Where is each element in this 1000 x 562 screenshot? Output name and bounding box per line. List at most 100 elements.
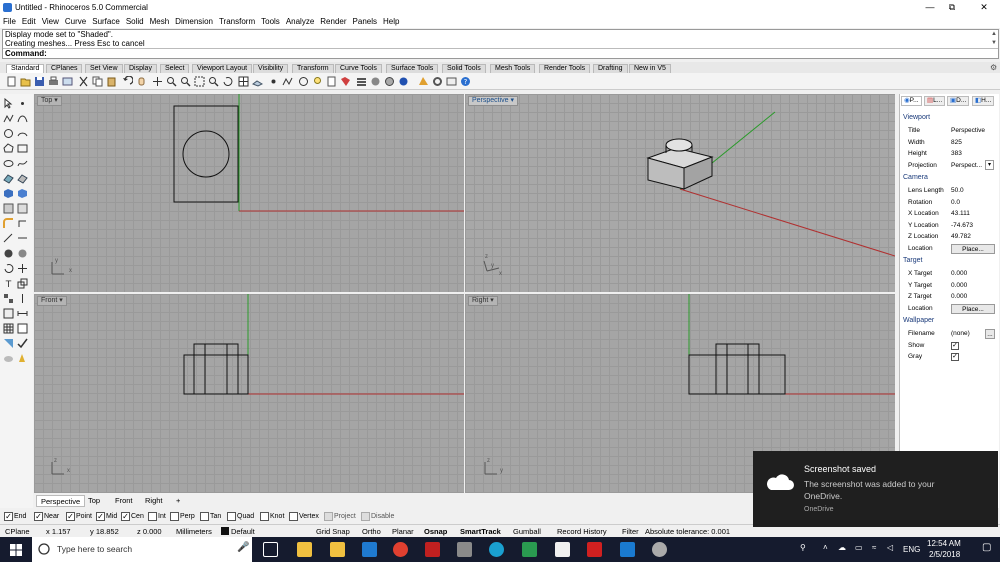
menu-solid[interactable]: Solid bbox=[123, 15, 147, 28]
tab-curve-tools[interactable]: Curve Tools bbox=[335, 64, 382, 73]
offset-tool-icon[interactable] bbox=[17, 218, 28, 229]
osnap-mid[interactable]: ✓ Mid bbox=[96, 511, 117, 522]
viewport-perspective[interactable]: Perspective ▾ z y x bbox=[465, 94, 895, 292]
ellipse-tool-icon[interactable] bbox=[3, 158, 14, 169]
checkbox-disabled[interactable] bbox=[361, 511, 370, 521]
circle-tool-icon[interactable] bbox=[3, 128, 14, 139]
panel-tab-help[interactable]: ◧H... bbox=[972, 96, 995, 106]
osnap-knot[interactable]: Knot bbox=[260, 511, 284, 522]
osnap-vertex[interactable]: Vertex bbox=[289, 511, 319, 522]
surface-edge-tool-icon[interactable] bbox=[17, 173, 28, 184]
clock-time[interactable]: 12:54 AM bbox=[927, 539, 961, 548]
rhino-taskbar-icon-2[interactable] bbox=[652, 542, 667, 557]
microphone-icon[interactable]: 🎤 bbox=[237, 542, 249, 553]
point-tool-icon[interactable] bbox=[17, 98, 28, 109]
box-tool-icon[interactable] bbox=[3, 188, 14, 199]
print-icon[interactable] bbox=[48, 76, 59, 87]
osnap-project[interactable]: Project bbox=[324, 511, 356, 522]
osnap-quad[interactable]: Quad bbox=[227, 511, 254, 522]
rotation-field[interactable]: 0.0 bbox=[951, 198, 960, 208]
tab-new-in-v5[interactable]: New in V5 bbox=[629, 64, 671, 73]
menu-mesh[interactable]: Mesh bbox=[147, 15, 173, 28]
curve-tool-icon[interactable] bbox=[17, 113, 28, 124]
checkbox-checked[interactable]: ✓ bbox=[96, 511, 105, 521]
status-grid-snap[interactable]: Grid Snap bbox=[316, 526, 350, 537]
mirror-tool-icon[interactable] bbox=[17, 293, 28, 304]
tab-mesh-tools[interactable]: Mesh Tools bbox=[490, 64, 536, 73]
status-filter[interactable]: Filter bbox=[622, 526, 639, 537]
chevron-up-icon[interactable]: ˄ bbox=[823, 543, 828, 552]
cortana-app-icon[interactable] bbox=[489, 542, 504, 557]
status-planar[interactable]: Planar bbox=[392, 526, 414, 537]
light-icon[interactable] bbox=[312, 76, 323, 87]
status-smarttrack[interactable]: SmartTrack bbox=[460, 526, 501, 537]
tab-solid-tools[interactable]: Solid Tools bbox=[442, 64, 486, 73]
polygon-tool-icon[interactable] bbox=[3, 143, 14, 154]
array-tool-icon[interactable] bbox=[3, 293, 14, 304]
hand-pan-icon[interactable] bbox=[136, 76, 147, 87]
windows-start-icon[interactable] bbox=[10, 544, 22, 556]
split-tool-icon[interactable] bbox=[17, 233, 28, 244]
viewport-tab-front[interactable]: Front bbox=[111, 495, 137, 507]
menu-tools[interactable]: Tools bbox=[258, 15, 283, 28]
osnap-end[interactable]: ✓ End bbox=[4, 511, 26, 522]
layer-icon[interactable] bbox=[356, 76, 367, 87]
extrude-tool-icon[interactable] bbox=[17, 188, 28, 199]
chevron-down-icon[interactable]: ▾ bbox=[985, 160, 994, 170]
surface-tool-icon[interactable] bbox=[3, 173, 14, 184]
target-place-button[interactable]: Place... bbox=[951, 304, 995, 314]
taskbar-search-box[interactable]: Type here to search 🎤 bbox=[32, 537, 252, 562]
move-view-icon[interactable] bbox=[152, 76, 163, 87]
set-cplane-icon[interactable] bbox=[252, 76, 263, 87]
height-field[interactable]: 383 bbox=[951, 149, 962, 159]
osnap-near[interactable]: ✓ Near bbox=[34, 511, 59, 522]
y-location-field[interactable]: -74.673 bbox=[951, 221, 973, 231]
chrome-icon[interactable] bbox=[393, 542, 408, 557]
status-gumball[interactable]: Gumball bbox=[513, 526, 541, 537]
paint-tool-icon[interactable] bbox=[17, 353, 28, 364]
status-units[interactable]: Millimeters bbox=[176, 526, 212, 537]
task-view-icon[interactable] bbox=[263, 542, 278, 557]
x-location-field[interactable]: 43.111 bbox=[951, 209, 970, 219]
viewport-tab-top[interactable]: Top bbox=[84, 495, 104, 507]
boolean-tool-icon[interactable] bbox=[17, 203, 28, 214]
tab-drafting[interactable]: Drafting bbox=[593, 64, 628, 73]
clock-date[interactable]: 2/5/2018 bbox=[929, 550, 960, 559]
viewport-tab-perspective[interactable]: Perspective bbox=[36, 495, 86, 507]
viewport-label-perspective[interactable]: Perspective ▾ bbox=[468, 96, 519, 106]
viewport-tab-right[interactable]: Right bbox=[141, 495, 167, 507]
viewport-front[interactable]: Front ▾ z x bbox=[34, 294, 464, 493]
new-file-icon[interactable] bbox=[6, 76, 17, 87]
text-tool-icon[interactable]: T bbox=[3, 278, 14, 289]
osnap-perp[interactable]: Perp bbox=[170, 511, 195, 522]
freeform-tool-icon[interactable] bbox=[17, 158, 28, 169]
command-scroll[interactable]: ▲ ▼ bbox=[989, 30, 997, 58]
title-field[interactable]: Perspective bbox=[951, 126, 985, 136]
lens-length-field[interactable]: 50.0 bbox=[951, 186, 964, 196]
sketchup-icon[interactable] bbox=[522, 542, 537, 557]
checkbox-disabled[interactable] bbox=[324, 511, 333, 521]
tab-cplanes[interactable]: CPlanes bbox=[46, 64, 83, 73]
menu-render[interactable]: Render bbox=[317, 15, 349, 28]
autocad-app-icon[interactable] bbox=[425, 542, 440, 557]
battery-icon[interactable]: ▭ bbox=[855, 543, 863, 552]
dimension-tool-icon[interactable] bbox=[17, 308, 28, 319]
zoom-selected-icon[interactable] bbox=[208, 76, 219, 87]
menu-panels[interactable]: Panels bbox=[350, 15, 380, 28]
options-icon[interactable] bbox=[418, 76, 429, 87]
snapshot-icon[interactable] bbox=[446, 76, 457, 87]
filename-field[interactable]: (none) bbox=[951, 329, 970, 339]
menu-transform[interactable]: Transform bbox=[216, 15, 258, 28]
tab-options-icon[interactable]: ⚙ bbox=[990, 63, 997, 72]
checkbox-unchecked[interactable] bbox=[200, 511, 209, 521]
fillet-tool-icon[interactable] bbox=[3, 218, 14, 229]
copy-icon[interactable] bbox=[92, 76, 103, 87]
tab-select[interactable]: Select bbox=[160, 64, 190, 73]
menu-dimension[interactable]: Dimension bbox=[172, 15, 216, 28]
point-icon[interactable] bbox=[268, 76, 279, 87]
tab-viewport-layout[interactable]: Viewport Layout bbox=[192, 64, 253, 73]
status-layer[interactable]: Default bbox=[231, 526, 255, 537]
scale-tool-icon[interactable] bbox=[17, 278, 28, 289]
zoom-extents-icon[interactable] bbox=[194, 76, 205, 87]
zoom-window-icon[interactable] bbox=[180, 76, 191, 87]
